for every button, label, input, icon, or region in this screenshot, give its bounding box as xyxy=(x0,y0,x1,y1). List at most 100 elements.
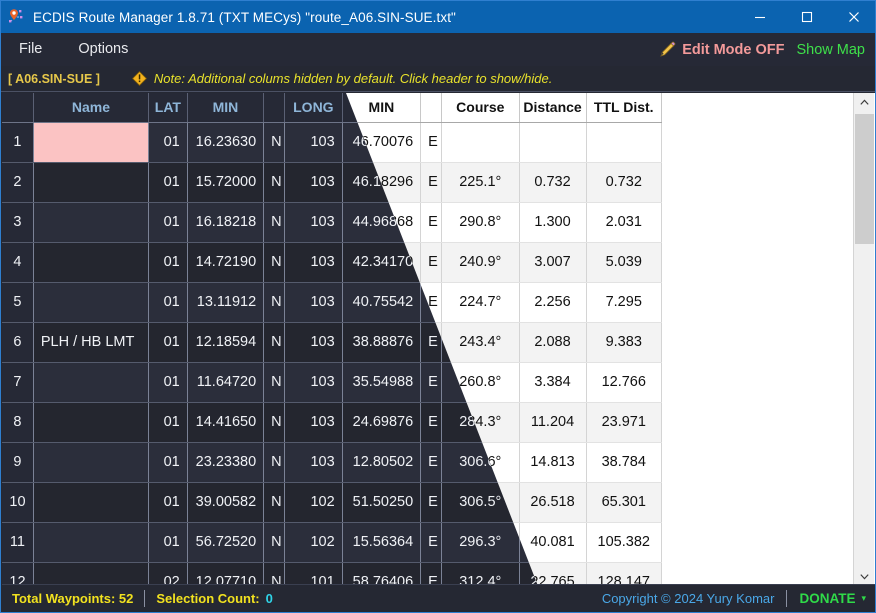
cell-name[interactable] xyxy=(33,362,150,403)
table-row[interactable]: 8 0114.41650N10324.69876E284.3°11.20423.9… xyxy=(2,402,662,443)
cell-crs[interactable] xyxy=(441,122,520,163)
cell-name[interactable] xyxy=(33,242,150,283)
cell-long[interactable]: 103 xyxy=(284,402,343,443)
cell-min2[interactable]: 12.80502 xyxy=(342,442,422,483)
cell-crs[interactable]: 284.3° xyxy=(441,402,520,443)
cell-crs[interactable]: 290.8° xyxy=(441,202,520,243)
cell-min2[interactable]: 58.76406 xyxy=(342,562,422,586)
cell-ttl[interactable]: 9.383 xyxy=(586,322,662,363)
cell-min1[interactable]: 56.72520 xyxy=(187,522,265,563)
cell-long[interactable]: 103 xyxy=(284,162,343,203)
cell-name[interactable] xyxy=(33,522,150,563)
cell-lat[interactable]: 01 xyxy=(148,362,188,403)
cell-min1[interactable]: 14.72190 xyxy=(187,242,265,283)
cell-ns[interactable]: N xyxy=(263,562,286,586)
cell-crs[interactable]: 243.4° xyxy=(441,322,520,363)
cell-ew[interactable]: E xyxy=(420,522,443,563)
cell-ns[interactable]: N xyxy=(263,322,286,363)
cell-name[interactable] xyxy=(33,282,150,323)
col-distance-header[interactable]: Distance xyxy=(519,93,587,123)
cell-min1[interactable]: 16.18218 xyxy=(187,202,265,243)
cell-lat[interactable]: 01 xyxy=(148,202,188,243)
cell-name[interactable] xyxy=(33,402,150,443)
cell-ns[interactable]: N xyxy=(263,402,286,443)
donate-button[interactable]: DONATE xyxy=(799,591,855,606)
cell-min1[interactable]: 13.11912 xyxy=(187,282,265,323)
cell-crs[interactable]: 224.7° xyxy=(441,282,520,323)
cell-dist[interactable]: 11.204 xyxy=(519,402,587,443)
cell-ns[interactable]: N xyxy=(263,362,286,403)
scrollbar-thumb[interactable] xyxy=(855,114,874,244)
cell-dist[interactable]: 26.518 xyxy=(519,482,587,523)
menu-file[interactable]: File xyxy=(1,33,60,66)
cell-min1[interactable]: 14.41650 xyxy=(187,402,265,443)
cell-dist[interactable]: 2.256 xyxy=(519,282,587,323)
col-ttl-dist-header[interactable]: TTL Dist. xyxy=(586,93,662,123)
row-number-cell[interactable]: 10 xyxy=(2,482,34,523)
table-row[interactable]: 7 0111.64720N10335.54988E260.8°3.38412.76… xyxy=(2,362,662,403)
cell-name[interactable]: PLH / HB LMT xyxy=(33,322,150,363)
col-course-header[interactable]: Course xyxy=(441,93,520,123)
cell-ew[interactable]: E xyxy=(420,402,443,443)
cell-crs[interactable]: 306.6° xyxy=(441,442,520,483)
table-row[interactable]: 20115.72000N10346.18296E225.1°0.7320.732 xyxy=(2,162,662,203)
col-name-header[interactable]: Name xyxy=(33,93,150,123)
cell-long[interactable]: 103 xyxy=(284,122,343,163)
cell-ttl[interactable]: 7.295 xyxy=(586,282,662,323)
cell-min1[interactable]: 23.23380 xyxy=(187,442,265,483)
cell-ttl[interactable]: 105.382 xyxy=(586,522,662,563)
maximize-button[interactable] xyxy=(783,1,830,33)
cell-dist[interactable] xyxy=(519,122,587,163)
row-number-cell[interactable]: 5 xyxy=(2,282,34,323)
cell-dist[interactable]: 14.813 xyxy=(519,442,587,483)
cell-ns[interactable]: N xyxy=(263,482,286,523)
cell-name[interactable] xyxy=(33,122,150,163)
row-number-cell[interactable]: 9 xyxy=(2,442,34,483)
cell-ttl[interactable]: 128.147 xyxy=(586,562,662,586)
cell-ew[interactable]: E xyxy=(420,162,443,203)
cell-dist[interactable]: 40.081 xyxy=(519,522,587,563)
cell-lat[interactable]: 01 xyxy=(148,442,188,483)
cell-name[interactable] xyxy=(33,202,150,243)
cell-min1[interactable]: 15.72000 xyxy=(187,162,265,203)
cell-crs[interactable]: 240.9° xyxy=(441,242,520,283)
cell-ew[interactable]: E xyxy=(420,282,443,323)
menu-options[interactable]: Options xyxy=(60,33,146,66)
row-number-cell[interactable]: 4 xyxy=(2,242,34,283)
cell-crs[interactable]: 260.8° xyxy=(441,362,520,403)
col-row-number-header[interactable] xyxy=(2,93,34,123)
row-number-cell[interactable]: 8 xyxy=(2,402,34,443)
cell-lat[interactable]: 01 xyxy=(148,282,188,323)
cell-long[interactable]: 103 xyxy=(284,282,343,323)
cell-lat[interactable]: 01 xyxy=(148,402,188,443)
cell-ns[interactable]: N xyxy=(263,242,286,283)
row-number-cell[interactable]: 2 xyxy=(2,162,34,203)
cell-name[interactable] xyxy=(33,442,150,483)
cell-dist[interactable]: 3.007 xyxy=(519,242,587,283)
cell-long[interactable]: 102 xyxy=(284,522,343,563)
scroll-up-arrow-icon[interactable] xyxy=(854,93,875,112)
row-number-cell[interactable]: 12 xyxy=(2,562,34,586)
table-row[interactable]: 10 0139.00582N10251.50250E306.5°26.51865.… xyxy=(2,482,662,523)
cell-min2[interactable]: 38.88876 xyxy=(342,322,422,363)
cell-dist[interactable]: 1.300 xyxy=(519,202,587,243)
cell-long[interactable]: 103 xyxy=(284,242,343,283)
cell-ew[interactable]: E xyxy=(420,442,443,483)
cell-ns[interactable]: N xyxy=(263,162,286,203)
cell-name[interactable] xyxy=(33,162,150,203)
table-row[interactable]: 5 0113.11912N10340.75542E224.7°2.2567.295 xyxy=(2,282,662,323)
cell-ns[interactable]: N xyxy=(263,202,286,243)
show-map-button[interactable]: Show Map xyxy=(796,42,875,58)
row-number-cell[interactable]: 7 xyxy=(2,362,34,403)
cell-min2[interactable]: 46.18296 xyxy=(342,162,422,203)
cell-lat[interactable]: 02 xyxy=(148,562,188,586)
cell-lat[interactable]: 01 xyxy=(148,242,188,283)
cell-min2[interactable]: 44.96868 xyxy=(342,202,422,243)
table-row[interactable]: 9 0123.23380N10312.80502E306.6°14.81338.7… xyxy=(2,442,662,483)
cell-ttl[interactable]: 0.732 xyxy=(586,162,662,203)
row-number-cell[interactable]: 6 xyxy=(2,322,34,363)
cell-min2[interactable]: 35.54988 xyxy=(342,362,422,403)
waypoint-table-container[interactable]: Name LAT MIN LONG MIN Course Distance TTL Dist.… xyxy=(2,93,875,586)
row-number-cell[interactable]: 3 xyxy=(2,202,34,243)
cell-dist[interactable]: 22.765 xyxy=(519,562,587,586)
